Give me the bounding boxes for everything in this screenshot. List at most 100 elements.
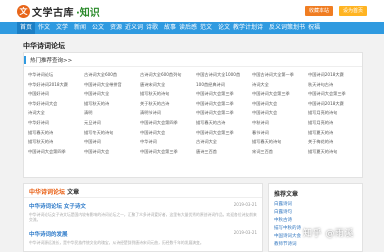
nav-item[interactable]: 反义词 <box>269 22 287 34</box>
hot-link[interactable]: 描写春天的诗句 <box>251 137 307 147</box>
panel-title: 热门推荐查询>> <box>30 58 73 64</box>
hot-link[interactable]: 中国诗词 <box>83 137 139 147</box>
add-favorite-button[interactable]: 收藏本站 <box>305 6 334 16</box>
hot-link[interactable]: 中华诗词论坛 <box>27 70 83 80</box>
hot-link[interactable]: 100首经典诗词 <box>195 80 251 90</box>
main-nav: 首页 作文 文学 新闻 公文 资源 近义词 诗歌 故事 读后感 范文 论文 教学计划诗反义词 策划书 祝福 <box>0 22 384 34</box>
hot-link[interactable]: 宋词三百首 <box>251 147 307 157</box>
hot-link[interactable]: 中国诗词大会 <box>251 99 307 109</box>
hot-link[interactable]: 中华好诗词2018大赛 <box>27 80 83 90</box>
recommend-box: 推荐文章 白露诗词 白露诗句 中秋古诗 描写中秋的诗 中国诗词大会 教师节诗词 <box>268 183 363 252</box>
hot-link[interactable]: 中华诗词 <box>139 137 195 147</box>
nav-item[interactable]: 范文 <box>197 22 215 34</box>
hot-link[interactable]: 秋天诗句古诗 <box>307 80 363 90</box>
hot-link[interactable]: 中国诗词大会第三季 <box>251 89 307 99</box>
hot-links-grid: 中华诗词论坛 古诗词大全600首 古诗词大全600首列句 中国古诗词大全1000首 中国… <box>27 70 363 156</box>
nav-item[interactable]: 诗 <box>251 22 269 34</box>
hot-link[interactable]: 描写月亮的诗 <box>307 118 363 128</box>
site-header: 文 文学古库 ·知识 收藏本站 设为首页 <box>0 0 384 22</box>
hot-link[interactable]: 中国诗词大会第三季 <box>195 128 251 138</box>
hot-link[interactable]: 描写月亮的诗句 <box>307 108 363 118</box>
article-item: 中华诗词的发展 2019-03-21 中华诗词源远流长，是中华民族传统文化的瑰宝… <box>29 230 257 250</box>
hot-link[interactable]: 中国诗词大全带拼音 <box>83 80 139 90</box>
hot-link[interactable]: 关于梅花的诗 <box>307 137 363 147</box>
nav-item[interactable]: 公文 <box>89 22 107 34</box>
hot-link[interactable]: 古诗词大全600首 <box>83 70 139 80</box>
recommend-link[interactable]: 白露诗词 <box>274 201 301 209</box>
divider <box>24 197 262 198</box>
hot-link[interactable]: 中国诗词大会 <box>251 108 307 118</box>
hot-link[interactable]: 关于秋天的古诗 <box>139 99 195 109</box>
nav-item[interactable]: 诗歌 <box>143 22 161 34</box>
hot-link[interactable]: 描写夏天的诗句 <box>307 147 363 157</box>
page-title: 中华诗词论坛 <box>23 42 65 50</box>
hot-link[interactable]: 中国古诗词大全第一季 <box>251 70 307 80</box>
hot-link[interactable]: 描写冬天的诗句 <box>83 128 139 138</box>
recommend-link[interactable]: 白露诗句 <box>274 209 301 217</box>
nav-item[interactable]: 策划书 <box>287 22 305 34</box>
articles-box: 中华诗词论坛 文章 中华诗词论坛 女子诗文 2019-03-21 中华诗词论坛女… <box>23 183 263 252</box>
hot-link[interactable]: 中国诗词大会第四季 <box>139 118 195 128</box>
hot-link[interactable]: 描写春天的诗 <box>27 128 83 138</box>
article-summary: 中华诗词源远流长，是中华民族传统文化的瑰宝，从诗经楚辞到唐诗宋词元曲，历经数千年… <box>29 240 204 245</box>
hot-link[interactable]: 描写秋天的诗 <box>27 137 83 147</box>
hot-link[interactable]: 中国诗词大会第三季 <box>139 147 195 157</box>
hot-recommend-panel: 热门推荐查询>> 中华诗词论坛 古诗词大全600首 古诗词大全600首列句 中国古诗词… <box>23 52 363 178</box>
nav-item[interactable]: 读后感 <box>179 22 197 34</box>
nav-item[interactable]: 祝福 <box>305 22 323 34</box>
articles-heading-accent: 中华诗词论坛 <box>29 189 66 196</box>
hot-link[interactable]: 诗词大全 <box>27 108 83 118</box>
hot-link[interactable]: 清明节诗词 <box>139 108 195 118</box>
nav-item[interactable]: 教学计划 <box>233 22 257 34</box>
recommend-link[interactable]: 教师节诗词 <box>274 241 301 249</box>
hot-link[interactable]: 中国诗词大会第三季 <box>307 89 363 99</box>
hot-link[interactable]: 中国诗词大会第四季 <box>27 147 83 157</box>
hot-link[interactable]: 唐诗宋词大全 <box>139 80 195 90</box>
hot-link[interactable]: 古诗词大全600首列句 <box>139 70 195 80</box>
recommend-link[interactable]: 中国诗词大会 <box>274 233 301 241</box>
hot-link[interactable]: 中国诗词大会第二季 <box>195 108 251 118</box>
hot-link[interactable]: 中国诗词大会第二季 <box>195 99 251 109</box>
nav-item[interactable]: 资源 <box>107 22 125 34</box>
nav-item[interactable]: 文学 <box>53 22 71 34</box>
nav-item[interactable]: 论文 <box>215 22 233 34</box>
set-homepage-button[interactable]: 设为首页 <box>339 6 368 16</box>
hot-link[interactable]: 描写夏天的诗 <box>307 128 363 138</box>
article-summary: 中华诗词论坛女子诗文坛是国内较有影响的诗词论坛之一，汇聚了众多诗词爱好者，这里有… <box>29 212 257 222</box>
hot-link[interactable]: 中国诗词2018大赛 <box>307 99 363 109</box>
recommend-list: 白露诗词 白露诗句 中秋古诗 描写中秋的诗 中国诗词大会 教师节诗词 <box>274 201 301 249</box>
hot-link[interactable]: 唐诗三百首 <box>195 147 251 157</box>
hot-link[interactable]: 中华好诗词 <box>27 118 83 128</box>
hot-link[interactable]: 描写春天的古诗 <box>195 118 251 128</box>
hot-link[interactable]: 描写秋天的诗 <box>83 99 139 109</box>
hot-link[interactable]: 古诗词大全 <box>195 137 251 147</box>
hot-link[interactable]: 春节诗词 <box>251 128 307 138</box>
recommend-link[interactable]: 描写中秋的诗 <box>274 225 301 233</box>
hot-link[interactable]: 元旦诗词 <box>83 118 139 128</box>
hot-link[interactable]: 中国古诗词大全1000首 <box>195 70 251 80</box>
hot-link[interactable]: 描写秋天的诗句 <box>139 89 195 99</box>
hot-link[interactable]: 中秋诗词 <box>251 118 307 128</box>
articles-heading-rest: 文章 <box>67 189 80 196</box>
nav-item[interactable]: 故事 <box>161 22 179 34</box>
recommend-link[interactable]: 中秋古诗 <box>274 217 301 225</box>
nav-item[interactable]: 近义词 <box>125 22 143 34</box>
hot-link[interactable]: 中国好诗词 <box>27 89 83 99</box>
article-item: 中华诗词论坛 女子诗文 2019-03-21 中华诗词论坛女子诗文坛是国内较有影… <box>29 202 257 222</box>
hot-link[interactable]: 中国诗词大会第三季 <box>195 89 251 99</box>
hot-link[interactable]: 诗词大全 <box>251 80 307 90</box>
hot-link[interactable]: 中国诗词大会 <box>83 147 139 157</box>
panel-header: 热门推荐查询>> <box>24 53 362 67</box>
article-title-link[interactable]: 中华诗词论坛 女子诗文 <box>29 202 257 210</box>
hot-link[interactable]: 中国诗词大全 <box>83 89 139 99</box>
site-logo[interactable]: 文 文学古库 ·知识 <box>17 4 100 19</box>
panel-accent-bar <box>24 56 26 64</box>
nav-item[interactable]: 新闻 <box>71 22 89 34</box>
nav-item[interactable]: 首页 <box>17 22 35 34</box>
hot-link[interactable]: 中国诗词2018大赛 <box>307 70 363 80</box>
hot-link[interactable]: 清明 <box>83 108 139 118</box>
nav-item[interactable]: 作文 <box>35 22 53 34</box>
hot-link[interactable]: 中华好诗词大会 <box>27 99 83 109</box>
hot-link[interactable]: 中国诗词大会 <box>139 128 195 138</box>
article-title-link[interactable]: 中华诗词的发展 <box>29 230 257 238</box>
